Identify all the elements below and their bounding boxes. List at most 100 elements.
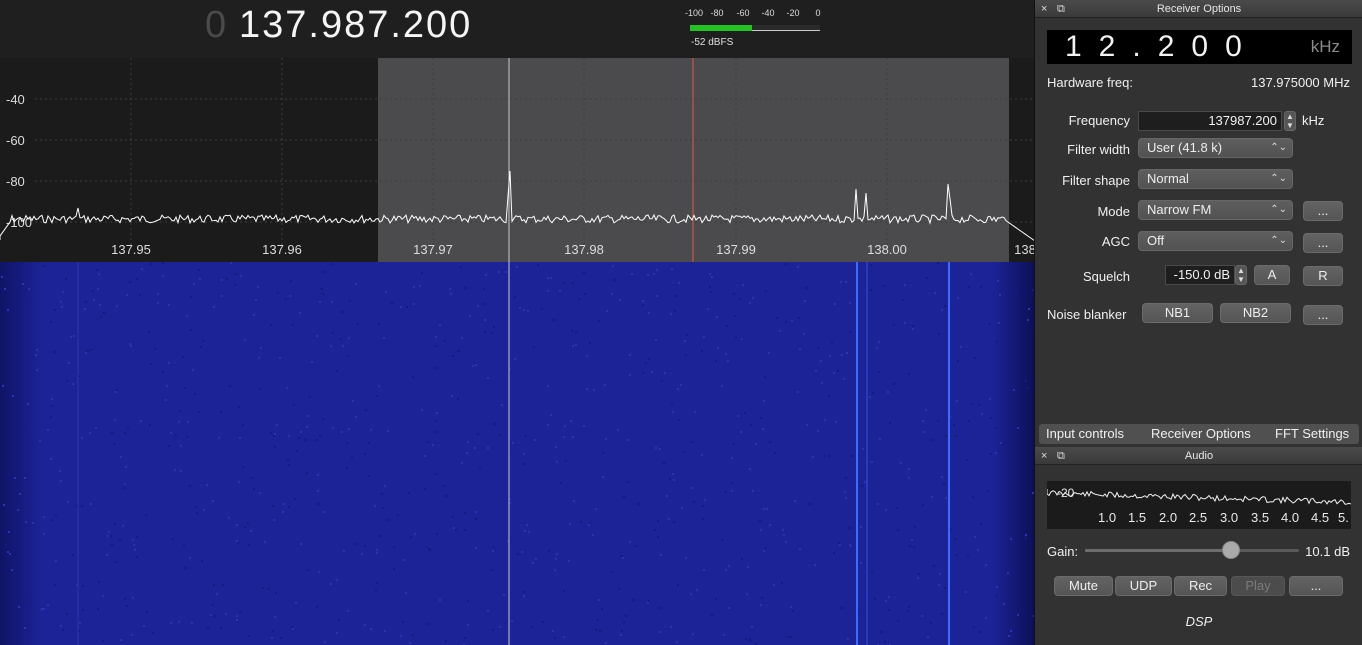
float-icon[interactable]: ⧉ (1057, 1, 1065, 17)
waterfall-noise (475, 511, 477, 513)
waterfall-noise (681, 507, 683, 509)
waterfall-noise (523, 591, 525, 593)
waterfall-noise (221, 295, 223, 297)
waterfall-noise (244, 526, 246, 528)
waterfall-noise (189, 485, 191, 487)
waterfall-noise (198, 411, 200, 413)
waterfall-noise (847, 638, 849, 640)
gain-slider-handle[interactable] (1221, 541, 1240, 559)
agc-select[interactable]: Off ⌃⌄ (1138, 231, 1293, 251)
waterfall-noise (1027, 387, 1029, 389)
squelch-reset-button[interactable]: R (1303, 266, 1343, 286)
waterfall-noise (512, 442, 514, 444)
waterfall-noise (914, 526, 916, 528)
waterfall-noise (831, 341, 833, 343)
close-icon[interactable]: × (1041, 1, 1047, 17)
waterfall-noise (565, 460, 567, 462)
frequency-leading-digit[interactable]: 0 (205, 4, 228, 47)
waterfall-noise (62, 629, 64, 631)
filter-shape-select[interactable]: Normal ⌃⌄ (1138, 169, 1293, 189)
frequency-input[interactable]: 137987.200 (1138, 111, 1282, 131)
waterfall-noise (15, 620, 17, 622)
tab-input-controls[interactable]: Input controls (1046, 424, 1124, 444)
waterfall-noise (487, 610, 489, 612)
waterfall-noise (317, 503, 319, 505)
frequency-readout[interactable]: 137.987.200 (239, 4, 472, 47)
waterfall-noise (872, 392, 874, 394)
waterfall-noise (393, 546, 395, 548)
filter-width-select[interactable]: User (41.8 k) ⌃⌄ (1138, 138, 1293, 158)
waterfall-display[interactable] (0, 262, 1034, 645)
waterfall-noise (445, 495, 447, 497)
close-icon[interactable]: × (1041, 448, 1047, 464)
waterfall-noise (218, 437, 220, 439)
waterfall-noise (307, 569, 309, 571)
waterfall-noise (54, 309, 56, 311)
mode-select[interactable]: Narrow FM ⌃⌄ (1138, 200, 1293, 220)
waterfall-noise (122, 525, 124, 527)
waterfall-noise (19, 493, 21, 495)
spectrum-plot[interactable]: -40 -60 -80 -100 137.95 137.96 137.97 137.98 137… (0, 58, 1034, 262)
tab-fft-settings[interactable]: FFT Settings (1275, 424, 1349, 444)
rec-button[interactable]: Rec (1174, 576, 1227, 596)
waterfall-noise (72, 383, 74, 385)
waterfall-noise (28, 288, 30, 290)
mode-options-button[interactable]: ... (1303, 201, 1343, 221)
waterfall-noise (691, 441, 693, 443)
receiver-options-titlebar[interactable]: × ⧉ Receiver Options (1035, 0, 1362, 18)
waterfall-noise (1008, 635, 1010, 637)
waterfall-noise (621, 630, 623, 632)
waterfall-noise (997, 280, 999, 282)
waterfall-noise (113, 443, 115, 445)
squelch-auto-button[interactable]: A (1254, 265, 1290, 285)
waterfall-noise (742, 284, 744, 286)
squelch-stepper[interactable]: ▲ ▼ (1235, 265, 1247, 285)
waterfall-svg[interactable] (0, 262, 1034, 645)
frequency-stepper[interactable]: ▲ ▼ (1284, 111, 1296, 131)
waterfall-noise (632, 599, 634, 601)
waterfall-noise (162, 371, 164, 373)
audio-titlebar[interactable]: × ⧉ Audio (1035, 447, 1362, 465)
audio-fft-x-label: 2.5 (1189, 510, 1208, 525)
gain-slider[interactable] (1085, 541, 1299, 559)
audio-options-button[interactable]: ... (1289, 576, 1343, 596)
waterfall-noise (980, 286, 982, 288)
agc-options-button[interactable]: ... (1303, 233, 1343, 253)
waterfall-noise (79, 622, 81, 624)
play-button[interactable]: Play (1231, 576, 1285, 596)
waterfall-noise (739, 298, 741, 300)
waterfall-noise (97, 288, 99, 290)
waterfall-noise (985, 564, 987, 566)
waterfall-noise (124, 598, 126, 600)
squelch-input[interactable]: -150.0 dB (1165, 265, 1235, 285)
offset-lcd[interactable]: 12.200 kHz (1047, 30, 1352, 64)
waterfall-noise (467, 441, 469, 443)
waterfall-noise (583, 425, 585, 427)
spectrum-svg[interactable]: -40-60-80-100137.95 137.96 137.97 137.98 137… (0, 58, 1034, 262)
waterfall-noise (660, 607, 662, 609)
nb2-button[interactable]: NB2 (1220, 303, 1291, 323)
waterfall-noise (157, 302, 159, 304)
tab-receiver-options[interactable]: Receiver Options (1151, 424, 1251, 444)
waterfall-noise (400, 635, 402, 637)
noise-blanker-options-button[interactable]: ... (1303, 305, 1343, 325)
waterfall-noise (849, 544, 851, 546)
waterfall-noise (103, 312, 105, 314)
waterfall-noise (995, 427, 997, 429)
mute-button[interactable]: Mute (1054, 576, 1113, 596)
waterfall-noise (332, 427, 334, 429)
waterfall-noise (1025, 537, 1027, 539)
offset-lcd-value: 12.200 (1065, 30, 1259, 63)
waterfall-noise (172, 538, 174, 540)
waterfall-noise (799, 631, 801, 633)
frequency-label: Frequency (1068, 113, 1130, 128)
gain-slider-fill (1085, 549, 1231, 552)
waterfall-noise (187, 421, 189, 423)
waterfall-noise (711, 614, 713, 616)
udp-button[interactable]: UDP (1115, 576, 1172, 596)
nb1-button[interactable]: NB1 (1142, 303, 1213, 323)
meter-tick: -80 (710, 8, 724, 18)
waterfall-noise (102, 595, 104, 597)
waterfall-noise (542, 621, 544, 623)
float-icon[interactable]: ⧉ (1057, 448, 1065, 464)
